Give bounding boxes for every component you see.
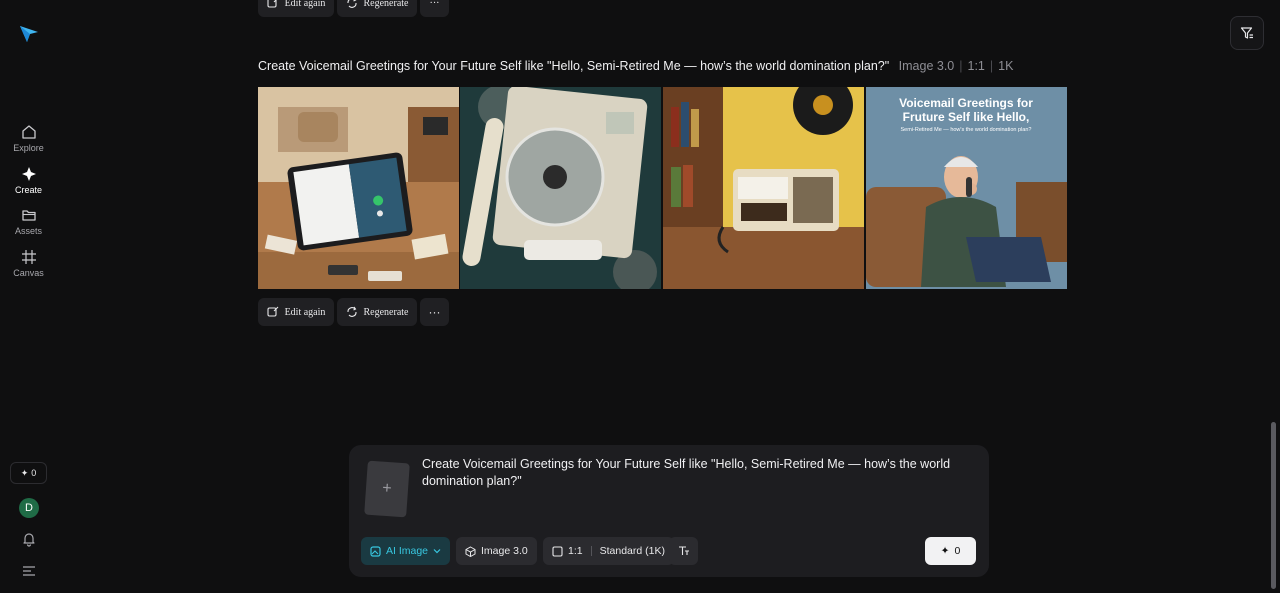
size-selector[interactable]: 1:1 Standard (1K) xyxy=(543,537,674,565)
filter-button[interactable] xyxy=(1230,16,1264,50)
image-1-illustration xyxy=(258,87,459,289)
more-options-button[interactable]: ··· xyxy=(420,298,449,326)
edit-icon xyxy=(267,0,277,8)
chevron-down-icon xyxy=(433,549,441,554)
quality-label: Standard (1K) xyxy=(599,545,665,557)
aspect-ratio-icon xyxy=(552,545,563,557)
prompt-input[interactable]: Create Voicemail Greetings for Your Futu… xyxy=(422,456,977,490)
generate-button[interactable]: ✦ 0 xyxy=(925,537,976,565)
credits-count: 0 xyxy=(31,468,37,478)
cube-icon xyxy=(465,545,476,557)
sparkle-icon: ✦ xyxy=(940,545,950,557)
regenerate-label: Regenerate xyxy=(363,306,409,318)
sidebar: Explore Create Assets Canvas ✦ 0 D xyxy=(0,0,57,593)
image-4-headline: Voicemail Greetings for xyxy=(899,96,1033,110)
edit-again-button-previous[interactable]: Edit again xyxy=(258,0,334,17)
upload-reference-button[interactable]: + xyxy=(364,460,410,518)
avatar[interactable]: D xyxy=(19,498,39,518)
regenerate-button-previous[interactable]: Regenerate xyxy=(337,0,417,17)
plus-icon: + xyxy=(381,479,393,498)
generation-prompt: Create Voicemail Greetings for Your Futu… xyxy=(258,59,890,73)
svg-text:Semi-Retired Me — how's the wo: Semi-Retired Me — how's the world domina… xyxy=(901,127,1032,133)
generated-image-3[interactable] xyxy=(663,87,864,289)
sidebar-item-explore[interactable]: Explore xyxy=(0,124,57,153)
mode-dropdown[interactable]: AI Image xyxy=(361,537,451,565)
text-size-icon xyxy=(678,546,689,555)
generation-ratio: 1:1 xyxy=(967,59,985,73)
more-options-button-previous[interactable]: ··· xyxy=(420,0,449,17)
edit-again-label: Edit again xyxy=(284,306,326,318)
model-label: Image 3.0 xyxy=(481,545,528,557)
home-icon xyxy=(21,125,36,139)
ratio-label: 1:1 xyxy=(568,545,583,557)
sidebar-item-label: Assets xyxy=(14,226,42,236)
sidebar-item-canvas[interactable]: Canvas xyxy=(0,249,57,278)
avatar-initial: D xyxy=(25,502,33,514)
regenerate-icon xyxy=(346,0,357,8)
image-mode-icon xyxy=(370,545,381,557)
scrollbar-thumb[interactable] xyxy=(1271,422,1276,589)
image-3-illustration xyxy=(663,87,864,289)
more-icon: ··· xyxy=(429,0,440,9)
edit-again-label: Edit again xyxy=(284,0,326,9)
image-2-illustration xyxy=(460,87,661,289)
text-settings-button[interactable] xyxy=(669,537,698,565)
divider xyxy=(590,546,592,556)
bell-icon[interactable] xyxy=(21,531,37,547)
sidebar-item-label: Create xyxy=(14,185,42,195)
diamond-sparkle-icon xyxy=(21,167,36,181)
sidebar-item-assets[interactable]: Assets xyxy=(0,207,57,236)
generated-image-2[interactable] xyxy=(460,87,661,289)
menu-icon[interactable] xyxy=(21,564,37,578)
credits-badge[interactable]: ✦ 0 xyxy=(10,462,47,484)
folder-icon xyxy=(21,210,36,221)
sidebar-item-create[interactable]: Create xyxy=(0,166,57,195)
sparkle-icon: ✦ xyxy=(20,467,29,478)
frame-icon xyxy=(21,250,36,264)
regenerate-button[interactable]: Regenerate xyxy=(337,298,417,326)
generated-image-1[interactable] xyxy=(258,87,459,289)
filter-icon xyxy=(1240,27,1253,39)
more-icon: ··· xyxy=(428,305,441,319)
regenerate-icon xyxy=(346,306,357,317)
mode-label: AI Image xyxy=(386,545,429,557)
svg-text:Fruture Self like Hello,: Fruture Self like Hello, xyxy=(903,110,1030,124)
edit-icon xyxy=(267,306,278,317)
app-logo-icon[interactable] xyxy=(18,22,40,44)
image-4-illustration: Voicemail Greetings for Fruture Self lik… xyxy=(866,87,1067,289)
prompt-composer: + Create Voicemail Greetings for Your Fu… xyxy=(349,445,989,577)
regenerate-label: Regenerate xyxy=(363,0,409,9)
edit-again-button[interactable]: Edit again xyxy=(258,298,334,326)
generate-credits: 0 xyxy=(954,545,961,557)
generation-model: Image 3.0 xyxy=(898,59,955,73)
generation-resolution: 1K xyxy=(998,59,1014,73)
generated-image-4[interactable]: Voicemail Greetings for Fruture Self lik… xyxy=(866,87,1067,289)
sidebar-item-label: Explore xyxy=(13,143,44,153)
model-selector[interactable]: Image 3.0 xyxy=(456,537,537,565)
sidebar-item-label: Canvas xyxy=(13,268,44,278)
generation-header: Create Voicemail Greetings for Your Futu… xyxy=(258,59,1014,73)
